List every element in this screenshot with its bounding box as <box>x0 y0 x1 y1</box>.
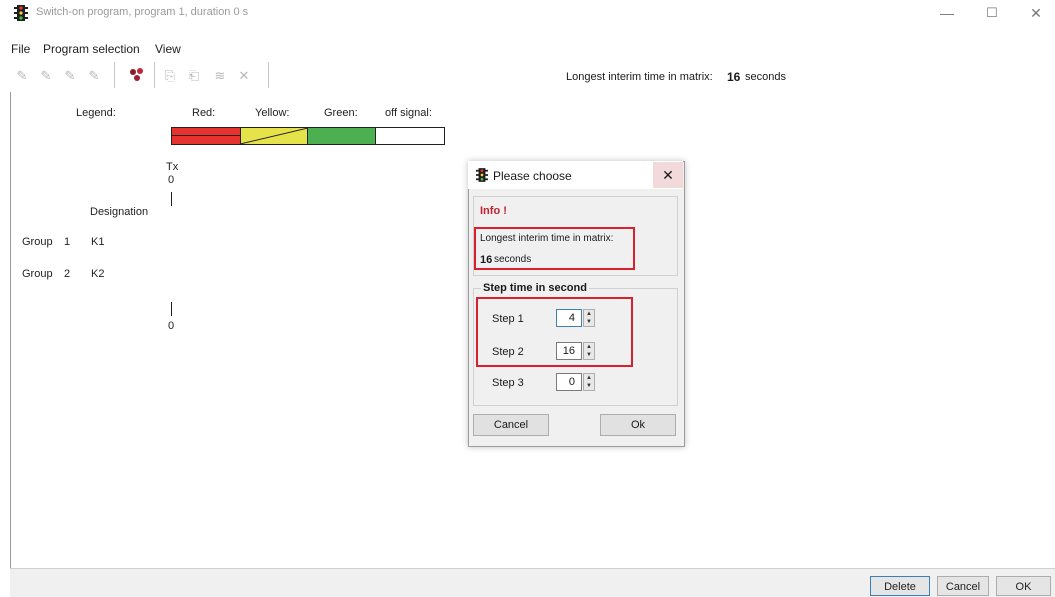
dialog-title: Please choose <box>493 169 572 183</box>
traffic-light-icon <box>476 168 488 182</box>
legend-green-label: Green: <box>324 107 358 119</box>
timeline-bottom-zero: 0 <box>168 320 175 332</box>
step-1-label: Step 1 <box>492 313 524 325</box>
toolbar-separator <box>114 62 115 88</box>
timeline-top-zero: 0 <box>168 174 175 186</box>
step-2-label: Step 2 <box>492 346 524 358</box>
interim-time-unit: seconds <box>745 71 786 83</box>
interim-time-label: Longest interim time in matrix: <box>566 71 713 83</box>
legend-yellow-label: Yellow: <box>255 107 290 119</box>
info-value: 16 <box>480 254 493 266</box>
group-label: Group <box>22 268 53 280</box>
group-number: 2 <box>64 268 71 280</box>
ok-button[interactable]: OK <box>996 576 1051 596</box>
cancel-button[interactable]: Cancel <box>937 576 989 596</box>
step-2-spinner[interactable]: ▲ ▼ <box>583 342 595 360</box>
paste-icon[interactable]: ⎗ <box>186 68 202 84</box>
step-3-label: Step 3 <box>492 377 524 389</box>
dialog-ok-button[interactable]: Ok <box>600 414 676 436</box>
menu-program-selection[interactable]: Program selection <box>43 42 140 56</box>
designation-header: Designation <box>90 206 149 218</box>
toolbar-separator <box>154 62 155 88</box>
menu-file[interactable]: File <box>11 42 30 56</box>
group-number: 1 <box>64 236 71 248</box>
pencil-icon[interactable]: ✎ <box>86 68 102 84</box>
traffic-light-app-icon <box>14 5 28 21</box>
step-3-spinner[interactable]: ▲ ▼ <box>583 373 595 391</box>
minimize-button[interactable]: — <box>933 4 961 22</box>
legend-off-label: off signal: <box>385 107 432 119</box>
legend-red-swatch <box>171 127 241 145</box>
info-heading: Info ! <box>480 205 507 217</box>
group-label: Group <box>22 236 53 248</box>
step-1-input[interactable]: 4 <box>556 309 582 327</box>
toolbar-separator <box>268 62 269 88</box>
pencil-icon[interactable]: ✎ <box>14 68 30 84</box>
dialog-close-button[interactable]: ✕ <box>653 162 683 188</box>
interim-time-value: 16 <box>727 70 741 84</box>
group-designation[interactable]: K1 <box>91 236 104 248</box>
step-group-title: Step time in second <box>481 282 589 294</box>
legend-green-swatch <box>307 127 376 145</box>
delete-icon[interactable]: ≋ <box>212 68 228 84</box>
group-designation[interactable]: K2 <box>91 268 104 280</box>
step-2-input[interactable]: 16 <box>556 342 582 360</box>
close-button[interactable]: ✕ <box>1022 4 1050 22</box>
delete-button[interactable]: Delete <box>870 576 930 596</box>
legend-title: Legend: <box>76 107 116 119</box>
maximize-button[interactable]: ☐ <box>978 4 1006 22</box>
dialog-cancel-button[interactable]: Cancel <box>473 414 549 436</box>
timeline-bottom-tick <box>171 302 172 316</box>
traffic-signal-icon[interactable] <box>128 66 146 84</box>
timeline-tx-label: Tx <box>166 161 179 173</box>
menu-view[interactable]: View <box>155 42 181 56</box>
copy-icon[interactable]: ⎘ <box>162 68 178 84</box>
info-unit: seconds <box>494 254 532 265</box>
window-title: Switch-on program, program 1, duration 0… <box>36 6 249 18</box>
info-text: Longest interim time in matrix: <box>480 233 614 244</box>
pencil-icon[interactable]: ✎ <box>62 68 78 84</box>
timeline-top-tick <box>171 192 172 206</box>
step-1-spinner[interactable]: ▲ ▼ <box>583 309 595 327</box>
pencil-icon[interactable]: ✎ <box>38 68 54 84</box>
legend-red-label: Red: <box>192 107 216 119</box>
step-3-input[interactable]: 0 <box>556 373 582 391</box>
cross-icon[interactable]: ✕ <box>236 68 252 84</box>
legend-off-swatch <box>375 127 445 145</box>
legend-yellow-swatch <box>240 127 308 145</box>
